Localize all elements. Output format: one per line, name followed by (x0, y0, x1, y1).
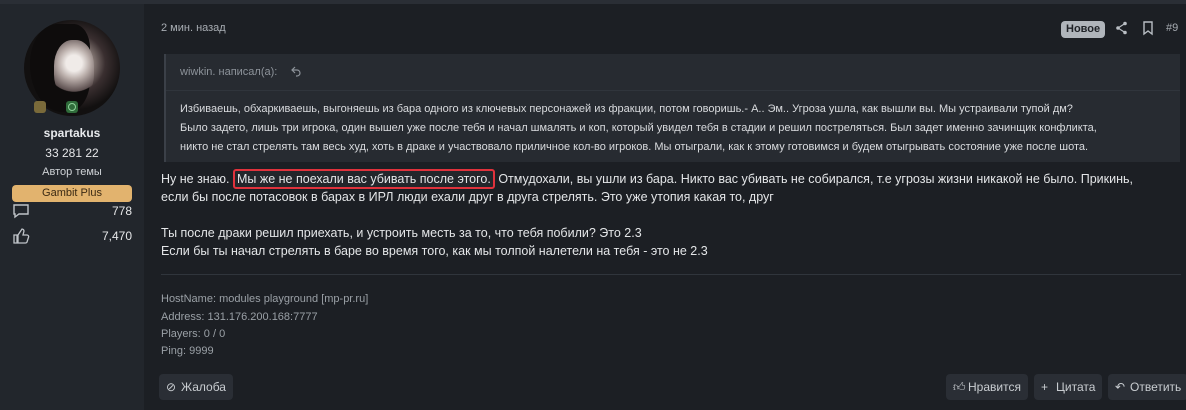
quote-line: Избиваешь, обхаркиваешь, выгоняешь из ба… (180, 103, 1073, 115)
quote-header: wiwkin. написал(а): (166, 54, 1180, 91)
report-button[interactable]: ⊘ Жалоба (159, 374, 233, 400)
jump-to-quote-icon[interactable] (290, 65, 302, 77)
message-line-3: Ты после драки решил приехать, и устроит… (161, 226, 642, 240)
signature-divider (161, 274, 1181, 275)
thumbs-up-icon (13, 228, 30, 244)
user-role: Автор темы (42, 166, 102, 178)
quote-block: wiwkin. написал(а): Избиваешь, обхаркива… (164, 54, 1180, 162)
thumbs-up-icon: 👍︎ (953, 380, 966, 394)
user-panel: spartakus 33 281 22 Автор темы Gambit Pl… (0, 4, 144, 410)
message-text: Отмудохали, вы ушли из бара. Никто вас у… (498, 172, 1133, 186)
post-number[interactable]: #9 (1166, 22, 1178, 34)
message-text: Ну не знаю. (161, 172, 230, 186)
quote-line: Было задето, лишь три игрока, один вышел… (180, 122, 1097, 134)
reply-label: Ответить (1130, 380, 1182, 394)
post-timestamp[interactable]: 2 мин. назад (161, 22, 226, 34)
message-line-2: если бы после потасовок в барах в ИРЛ лю… (161, 190, 774, 204)
signature-line: Address: 131.176.200.168:7777 (161, 311, 318, 323)
new-badge: Новое (1061, 21, 1106, 38)
messages-count: 778 (111, 204, 132, 218)
quote-author[interactable]: wiwkin. написал(а): (180, 66, 277, 78)
message-icon (13, 204, 29, 219)
signature-line: Ping: 9999 (161, 345, 214, 357)
user-score: 33 281 22 (45, 146, 99, 160)
shield-badge-icon[interactable] (66, 101, 78, 113)
top-edge (0, 0, 1186, 4)
trophy-badge-icon[interactable] (34, 101, 46, 113)
like-button[interactable]: 👍︎ Нравится (946, 374, 1028, 400)
reply-icon: ↶ (1115, 380, 1126, 394)
message-line-1: Ну не знаю. Мы же не поехали вас убивать… (161, 169, 1171, 189)
bookmark-icon[interactable] (1140, 20, 1156, 36)
stat-reactions: 7,470 (12, 227, 132, 245)
quote-button[interactable]: + Цитата (1034, 374, 1103, 400)
reply-button[interactable]: ↶ Ответить (1108, 374, 1186, 400)
quote-line: никто не стал стрелять там весь худ, хот… (180, 141, 1089, 153)
plus-icon: + (1041, 380, 1049, 394)
signature-line: Players: 0 / 0 (161, 328, 226, 340)
share-icon[interactable] (1114, 20, 1130, 36)
username[interactable]: spartakus (0, 126, 144, 140)
quote-text: Избиваешь, обхаркиваешь, выгоняешь из ба… (180, 100, 1170, 157)
highlighted-text: Мы же не поехали вас убивать после этого… (233, 169, 495, 189)
report-label: Жалоба (181, 380, 226, 394)
signature-line: HostName: modules playground [mp-pr.ru] (161, 293, 369, 305)
quote-label: Цитата (1056, 380, 1096, 394)
stat-messages: 778 (12, 202, 132, 220)
user-banner-badge: Gambit Plus (12, 185, 132, 202)
message-line-4: Если бы ты начал стрелять в баре во врем… (161, 244, 708, 258)
report-icon: ⊘ (166, 380, 177, 394)
reactions-count: 7,470 (101, 229, 132, 243)
like-label: Нравится (968, 380, 1021, 394)
